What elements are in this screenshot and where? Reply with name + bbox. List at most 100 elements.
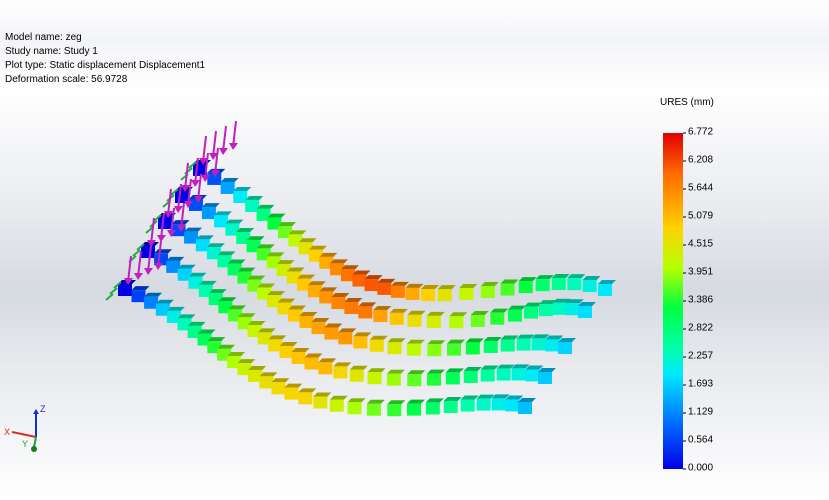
mesh-block-top (551, 274, 570, 279)
mesh-block (407, 314, 422, 327)
mesh-block-top (225, 219, 244, 224)
mesh-block-top (373, 305, 392, 310)
legend-tick-label: 6.208 (682, 154, 714, 166)
mesh-block (507, 309, 522, 322)
mesh-block (598, 284, 612, 296)
z-axis-arrowhead-icon (33, 409, 39, 414)
fixture-arrow-icon (105, 293, 114, 301)
mesh-block-top (496, 364, 515, 369)
mesh-block-top (500, 279, 519, 284)
load-arrowhead-icon (219, 148, 228, 155)
mesh-block-top (304, 353, 323, 358)
mesh-block (311, 322, 326, 335)
mesh-block-top (476, 394, 495, 399)
legend-tick-label: 5.079 (682, 210, 714, 222)
load-arrowhead-icon (154, 263, 163, 270)
mesh-block (201, 207, 216, 220)
mesh-block (387, 342, 402, 355)
mesh-block (480, 285, 495, 298)
mesh-block (500, 283, 515, 296)
mesh-block-top (233, 186, 252, 191)
mesh-block-top (449, 312, 468, 317)
mesh-block (437, 289, 452, 302)
mesh-block-top (220, 177, 239, 182)
mesh-block (518, 281, 533, 294)
mesh-block-top (480, 281, 499, 286)
mesh-block (449, 316, 464, 329)
mesh-block-top (256, 204, 275, 209)
mesh-block-top (353, 332, 372, 337)
mesh-block-top (171, 220, 190, 225)
mesh-block-top (480, 365, 499, 370)
mesh-block (490, 312, 505, 325)
mesh-block (558, 342, 572, 354)
triad-y-label: Y (22, 439, 28, 449)
mesh-block (407, 374, 422, 387)
mesh-block (347, 402, 362, 415)
mesh-block (470, 315, 485, 328)
mesh-block-top (582, 276, 601, 281)
mesh-block-top (377, 278, 396, 283)
mesh-block-top (578, 302, 596, 306)
load-arrowhead-icon (144, 268, 153, 275)
mesh-block-top (201, 203, 220, 208)
mesh-block (425, 402, 440, 415)
mesh-block-top (406, 399, 425, 404)
mesh-block (299, 316, 314, 329)
mesh-block-top (426, 369, 445, 374)
mesh-block (353, 336, 368, 349)
mesh-block (460, 399, 475, 412)
deformed-model (118, 160, 616, 417)
mesh-block (373, 309, 388, 322)
mesh-block (313, 396, 328, 409)
mesh-block (358, 306, 373, 319)
load-arrowhead-icon (229, 143, 238, 150)
mesh-block (565, 303, 580, 316)
mesh-block-top (538, 368, 556, 372)
mesh-block-top (465, 338, 484, 343)
mesh-block-top (531, 334, 550, 339)
legend-color-bar (663, 133, 683, 469)
plot-type-label: Plot type: Static displacement Displacem… (5, 60, 206, 71)
mesh-block-top (324, 323, 343, 328)
mesh-block-top (331, 293, 350, 298)
mesh-block (551, 278, 566, 291)
mesh-block-top (445, 368, 464, 373)
mesh-block-top (349, 365, 368, 370)
mesh-block-top (443, 396, 462, 401)
mesh-block-top (437, 285, 456, 290)
load-arrowhead-icon (157, 235, 166, 242)
mesh-block (118, 284, 132, 296)
mesh-block-top (567, 274, 586, 279)
mesh-block-top (259, 372, 278, 377)
mesh-block (319, 291, 334, 304)
mesh-block-top (407, 310, 426, 315)
mesh-block-top (470, 311, 489, 316)
mesh-block (500, 339, 515, 352)
mesh-block (524, 306, 539, 319)
mesh-block-top (369, 335, 388, 340)
mesh-block (233, 190, 248, 203)
mesh-block-top (386, 369, 405, 374)
mesh-block-top (284, 383, 303, 388)
mesh-block-top (387, 338, 406, 343)
mesh-block-top (299, 312, 318, 317)
mesh-block (318, 362, 333, 375)
y-axis-dot-icon (31, 446, 37, 452)
mesh-block (364, 279, 379, 292)
mesh-block-top (318, 358, 337, 363)
mesh-block (369, 339, 384, 352)
mesh-block-top (329, 395, 348, 400)
mesh-block (491, 398, 506, 411)
mesh-block (386, 373, 401, 386)
x-axis-icon (11, 431, 37, 438)
legend-tick-label: 2.822 (682, 322, 714, 334)
axis-triad: Z X Y (4, 404, 46, 452)
mesh-block-top (446, 339, 465, 344)
mesh-block-top (463, 366, 482, 371)
mesh-block (535, 279, 550, 292)
mesh-block (271, 382, 286, 395)
mesh-block (476, 398, 491, 411)
triad-z-label: Z (40, 404, 46, 414)
mesh-block-top (291, 348, 310, 353)
